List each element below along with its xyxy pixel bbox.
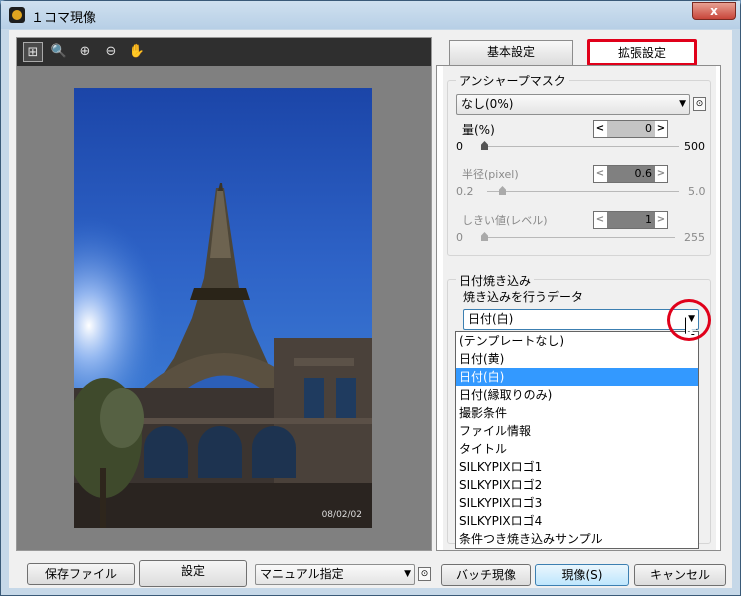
amount-spinbox[interactable]: < 0 > [593, 120, 668, 138]
threshold-spinbox[interactable]: < 1 > [593, 211, 668, 229]
date-stamp: 08/02/02 [321, 510, 362, 520]
radius-label: 半径(pixel) [462, 168, 519, 181]
list-item[interactable]: 日付(縁取りのみ) [456, 386, 698, 404]
arrow-left-icon[interactable]: < [594, 121, 606, 137]
radius-min: 0.2 [456, 185, 474, 198]
tab-basic[interactable]: 基本設定 [449, 40, 573, 65]
arrow-right-icon[interactable]: > [655, 121, 667, 137]
amount-label: 量(%) [462, 123, 495, 137]
radius-spinbox[interactable]: < 0.6 > [593, 165, 668, 183]
list-item[interactable]: SILKYPIXロゴ4 [456, 512, 698, 530]
window-title: １コマ現像 [31, 11, 97, 26]
arrow-left-icon[interactable]: < [594, 212, 606, 228]
bottom-button-bar: 保存ファイル 設定 マニュアル指定 ▼ ⊙ バッチ現像 現像(S) キャンセル [9, 560, 732, 592]
develop-button[interactable]: 現像(S) [535, 564, 629, 586]
preview-panel: ⊞ 🔍 ⊕ ⊖ ✋ 08/02/02 [16, 37, 432, 551]
zoom-out-icon[interactable]: ⊖ [101, 42, 121, 62]
hand-pan-icon[interactable]: ✋ [127, 42, 147, 62]
preview-photo[interactable]: 08/02/02 [74, 88, 372, 528]
chevron-down-icon: ▼ [404, 569, 411, 579]
amount-max: 500 [684, 140, 705, 153]
threshold-min: 0 [456, 231, 463, 244]
threshold-value[interactable]: 1 [607, 212, 655, 228]
list-item[interactable]: ファイル情報 [456, 422, 698, 440]
threshold-label: しきい値(レベル) [462, 214, 548, 227]
list-item[interactable]: タイトル [456, 440, 698, 458]
threshold-slider[interactable] [483, 237, 675, 238]
settings-button[interactable]: 設定 [139, 560, 247, 587]
amount-value[interactable]: 0 [607, 121, 655, 137]
list-item-selected[interactable]: 日付(白) [456, 368, 698, 386]
amount-slider[interactable] [483, 146, 679, 147]
mode-select[interactable]: マニュアル指定 ▼ [255, 564, 415, 585]
radius-max: 5.0 [688, 185, 706, 198]
radius-slider[interactable] [487, 191, 679, 192]
threshold-max: 255 [684, 231, 705, 244]
batch-develop-button[interactable]: バッチ現像 [441, 564, 531, 586]
mode-value: マニュアル指定 [260, 567, 344, 581]
unsharp-preset-value: なし(0%) [461, 97, 514, 111]
magnifier-icon[interactable]: 🔍 [49, 42, 69, 62]
amount-min: 0 [456, 140, 463, 153]
date-imprint-title: 日付焼き込み [456, 272, 535, 289]
eiffel-tower-photo [74, 88, 372, 528]
zoom-in-icon[interactable]: ⊕ [75, 42, 95, 62]
fit-view-icon[interactable]: ⊞ [23, 42, 43, 62]
title-bar[interactable]: １コマ現像 x [1, 1, 740, 29]
imprint-data-value: 日付(白) [468, 312, 514, 326]
imprint-data-select[interactable]: 日付(白) ▼ [463, 309, 699, 330]
imprint-data-dropdown-list[interactable]: (テンプレートなし) 日付(黄) 日付(白) 日付(縁取りのみ) 撮影条件 ファ… [455, 331, 699, 549]
close-button[interactable]: x [692, 2, 736, 20]
radius-value[interactable]: 0.6 [607, 166, 655, 182]
cancel-button[interactable]: キャンセル [634, 564, 726, 586]
mode-options-icon[interactable]: ⊙ [418, 567, 431, 581]
unsharp-mask-title: アンシャープマスク [456, 72, 569, 89]
list-item[interactable]: SILKYPIXロゴ1 [456, 458, 698, 476]
list-item[interactable]: (テンプレートなし) [456, 332, 698, 350]
preview-toolbar: ⊞ 🔍 ⊕ ⊖ ✋ [17, 38, 431, 66]
preset-options-icon[interactable]: ⊙ [693, 97, 706, 111]
arrow-right-icon[interactable]: > [655, 212, 667, 228]
imprint-data-label: 焼き込みを行うデータ [463, 290, 584, 304]
save-file-button[interactable]: 保存ファイル [27, 563, 135, 585]
tab-advanced[interactable]: 拡張設定 [587, 39, 697, 66]
unsharp-preset-select[interactable]: なし(0%) ▼ [456, 94, 690, 115]
list-item[interactable]: SILKYPIXロゴ3 [456, 494, 698, 512]
list-item[interactable]: SILKYPIXロゴ2 [456, 476, 698, 494]
list-item[interactable]: 条件つき焼き込みサンプル [456, 530, 698, 548]
develop-window: １コマ現像 x ⊞ 🔍 ⊕ ⊖ ✋ 08/02/02 基本設定 拡張設定 アンシ… [0, 0, 741, 596]
list-item[interactable]: 撮影条件 [456, 404, 698, 422]
highlight-circle [667, 299, 711, 341]
arrow-left-icon[interactable]: < [594, 166, 606, 182]
app-icon [9, 7, 25, 23]
chevron-down-icon: ▼ [679, 99, 686, 109]
list-item[interactable]: 日付(黄) [456, 350, 698, 368]
arrow-right-icon[interactable]: > [655, 166, 667, 182]
